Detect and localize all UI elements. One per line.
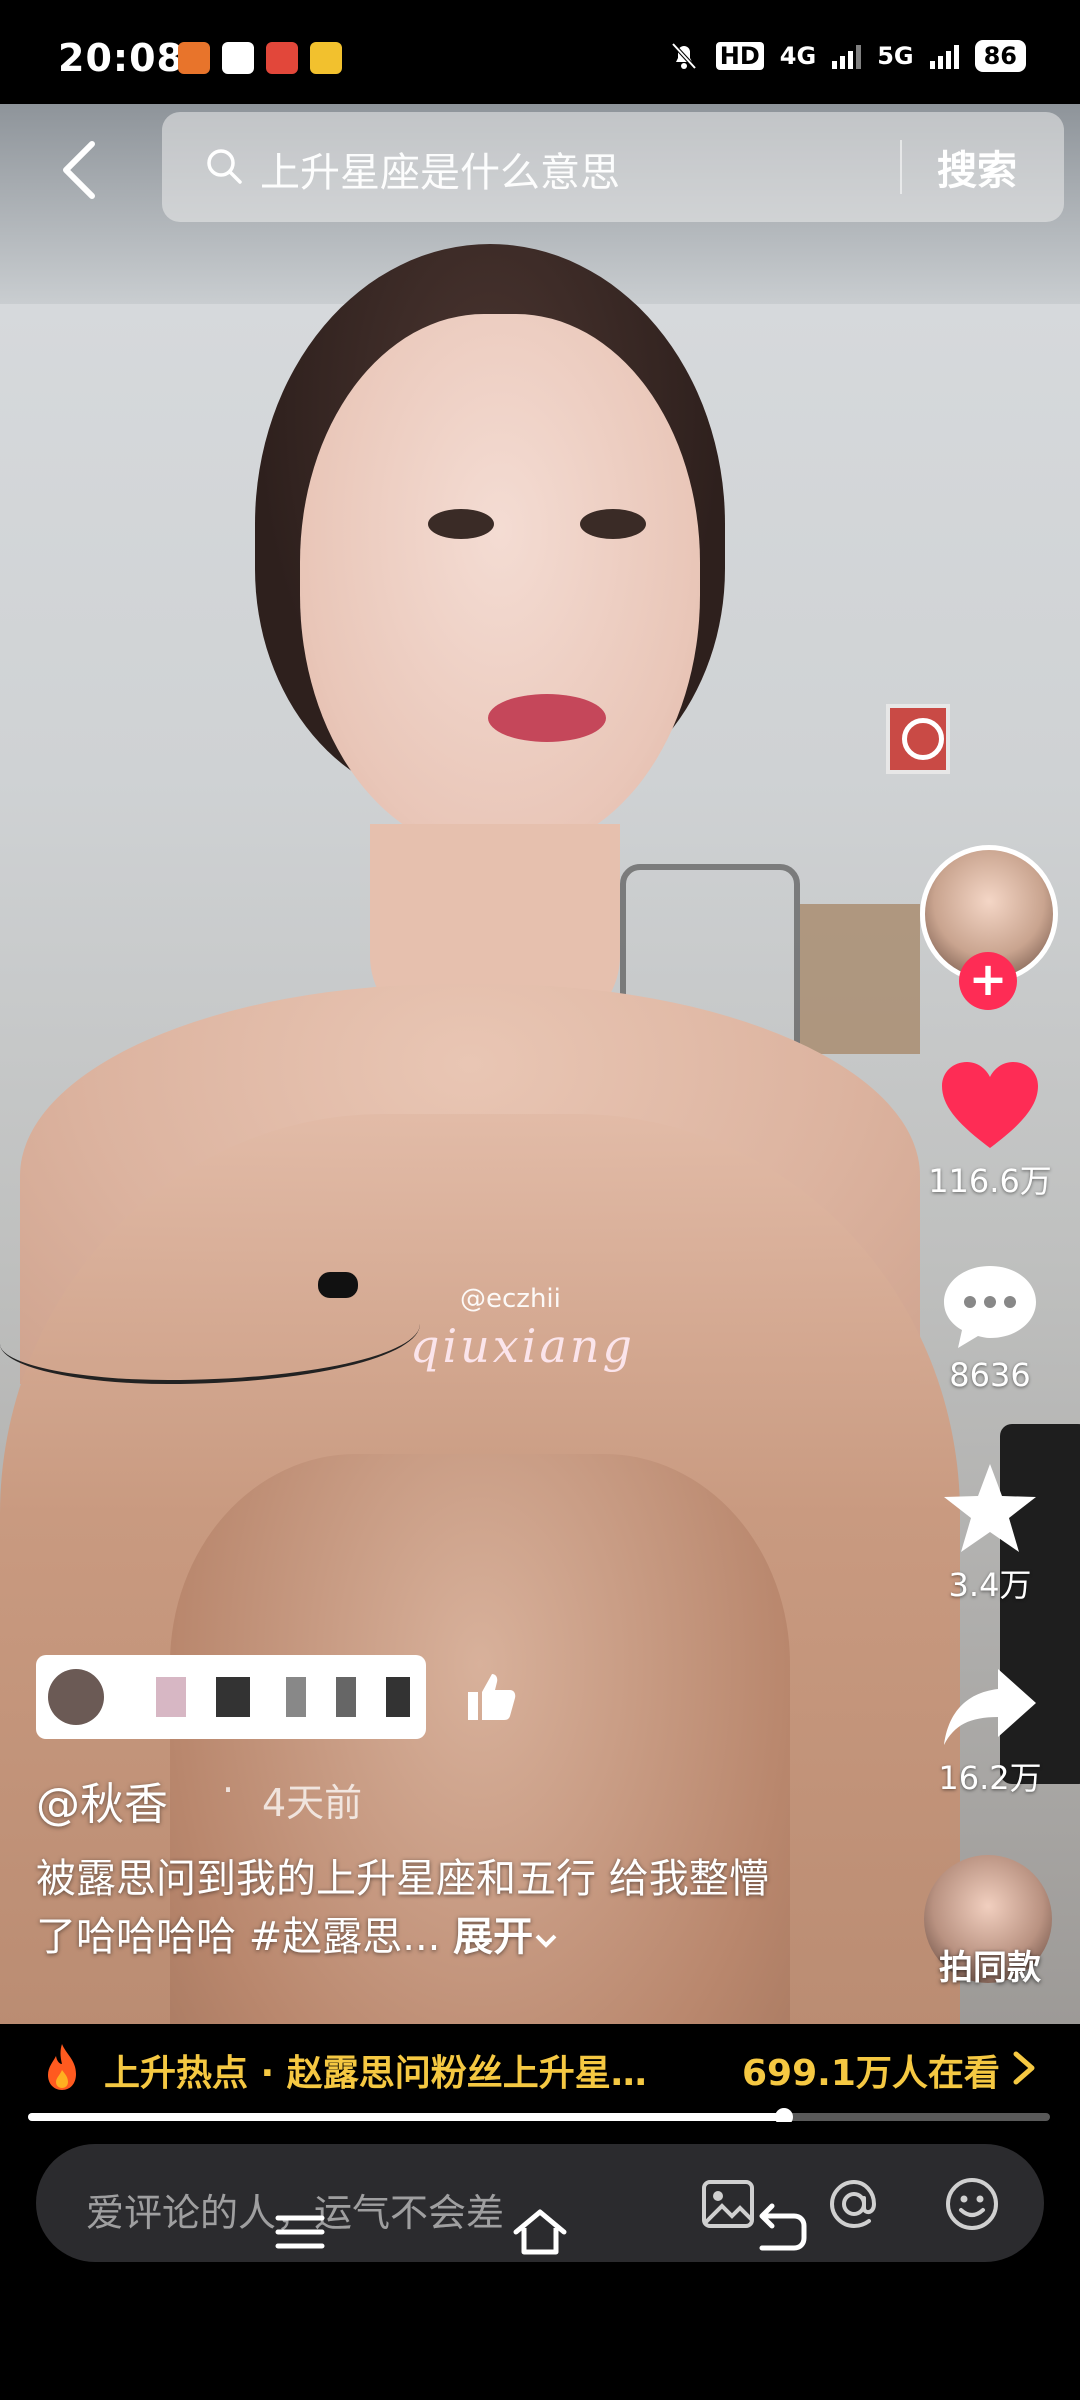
- search-divider: [900, 140, 902, 194]
- chip-avatar: [48, 1669, 104, 1725]
- subject-eye-left: [428, 509, 494, 539]
- emoji-icon[interactable]: [942, 2174, 1002, 2234]
- author-name[interactable]: @秋香: [36, 1768, 168, 1832]
- chip-pixel-1: [156, 1677, 186, 1717]
- background-box: [800, 904, 920, 1054]
- status-right-group: HD 4G 5G 86: [668, 40, 1026, 72]
- signal-icon-2: [929, 43, 959, 69]
- hd-indicator: HD: [715, 42, 764, 70]
- comment-bubble-icon[interactable]: [940, 1262, 1040, 1352]
- chip-pixel-3: [286, 1677, 306, 1717]
- share-arrow-icon[interactable]: [940, 1665, 1040, 1749]
- heart-icon[interactable]: [940, 1060, 1040, 1152]
- post-time: 4天前: [262, 1781, 363, 1825]
- app-icon-yellow: [310, 42, 342, 74]
- home-icon[interactable]: [510, 2202, 570, 2262]
- video-progress-bar[interactable]: [28, 2108, 1050, 2126]
- chip-pixel-4: [336, 1677, 356, 1717]
- status-bar: 20:08 HD 4G 5G 86: [0, 0, 1080, 110]
- like-action[interactable]: 116.6万: [900, 1060, 1080, 1202]
- back-arrow-icon[interactable]: [50, 130, 114, 210]
- chevron-down-icon[interactable]: [533, 1930, 559, 1950]
- subject-lips: [488, 694, 606, 742]
- mute-bell-icon: [671, 42, 697, 70]
- menu-icon[interactable]: [270, 2202, 330, 2262]
- watermark-handle: @eczhii: [460, 1284, 561, 1314]
- search-bar[interactable]: 上升星座是什么意思 搜索: [162, 112, 1064, 222]
- signal-icon-1: [832, 43, 862, 69]
- search-button[interactable]: 搜索: [937, 138, 1017, 196]
- star-icon[interactable]: [940, 1460, 1040, 1556]
- progress-fill: [28, 2113, 785, 2121]
- recommend-chip[interactable]: [36, 1655, 426, 1739]
- search-query[interactable]: 上升星座是什么意思: [260, 140, 620, 198]
- battery-indicator: 86: [974, 40, 1026, 72]
- lapel-mic: [318, 1272, 358, 1298]
- net-5g-label: 5G: [877, 42, 914, 70]
- chip-pixel-5: [386, 1677, 410, 1717]
- post-time-separator: ·: [222, 1768, 235, 1812]
- follow-button[interactable]: +: [959, 952, 1017, 1010]
- net-4g-label: 4G: [779, 42, 817, 70]
- chevron-right-icon[interactable]: [1010, 2048, 1038, 2088]
- no-entry-sign: [886, 704, 950, 774]
- subject-eye-right: [580, 509, 646, 539]
- flame-icon: [48, 2044, 76, 2090]
- comment-count: 8636: [949, 1356, 1031, 1394]
- hot-topic-text[interactable]: 上升热点 · 赵露思问粉丝上升星…: [104, 2044, 647, 2096]
- shoot-same-button[interactable]: 拍同款: [900, 1940, 1080, 1989]
- thumbs-up-icon[interactable]: [462, 1668, 518, 1724]
- subject-face: [300, 314, 700, 854]
- share-action[interactable]: 16.2万: [900, 1665, 1080, 1799]
- hot-viewers-count[interactable]: 699.1万人在看: [742, 2044, 1000, 2096]
- watermark-script: qiuxiang: [410, 1319, 635, 1373]
- status-time: 20:08: [58, 36, 184, 80]
- share-count: 16.2万: [938, 1759, 1042, 1797]
- expand-button[interactable]: 展开: [453, 1914, 533, 1960]
- app-icon-orange: [178, 42, 210, 74]
- search-icon: [207, 149, 242, 184]
- hot-topic-bar[interactable]: 上升热点 · 赵露思问粉丝上升星… 699.1万人在看: [0, 2024, 1080, 2108]
- favorite-action[interactable]: 3.4万: [900, 1460, 1080, 1606]
- back-nav-icon[interactable]: [750, 2202, 810, 2262]
- at-mention-icon[interactable]: [824, 2174, 884, 2234]
- chip-pixel-2: [216, 1677, 250, 1717]
- comment-action[interactable]: 8636: [900, 1262, 1080, 1394]
- caption-text: 被露思问到我的上升星座和五行 给我整懵了哈哈哈哈 #赵露思...: [36, 1856, 769, 1960]
- image-icon[interactable]: [698, 2174, 758, 2234]
- favorite-count: 3.4万: [948, 1566, 1032, 1604]
- app-icon-red: [266, 42, 298, 74]
- post-caption[interactable]: 被露思问到我的上升星座和五行 给我整懵了哈哈哈哈 #赵露思... 展开: [36, 1850, 796, 1966]
- like-count: 116.6万: [928, 1162, 1052, 1200]
- wifi-app-icon: [222, 42, 254, 74]
